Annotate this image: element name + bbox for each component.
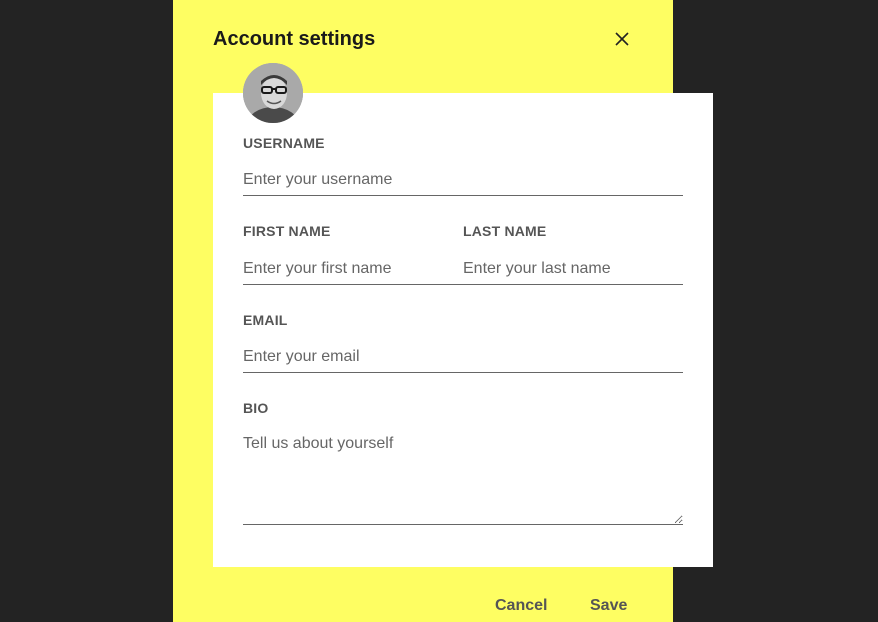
save-button[interactable]: Save <box>590 596 627 616</box>
email-label: EMAIL <box>243 312 288 328</box>
bio-textarea[interactable] <box>243 434 683 525</box>
first-name-input[interactable] <box>243 254 463 285</box>
first-name-label: FIRST NAME <box>243 223 331 239</box>
avatar[interactable] <box>243 63 303 123</box>
email-input[interactable] <box>243 342 683 373</box>
username-input[interactable] <box>243 165 683 196</box>
username-label: USERNAME <box>243 135 325 151</box>
last-name-label: LAST NAME <box>463 223 547 239</box>
close-icon <box>615 32 629 46</box>
close-button[interactable] <box>609 26 635 52</box>
cancel-button[interactable]: Cancel <box>495 596 547 616</box>
last-name-input[interactable] <box>463 254 683 285</box>
dialog-title: Account settings <box>213 28 376 50</box>
bio-label: BIO <box>243 400 269 416</box>
user-avatar-image <box>243 63 303 123</box>
